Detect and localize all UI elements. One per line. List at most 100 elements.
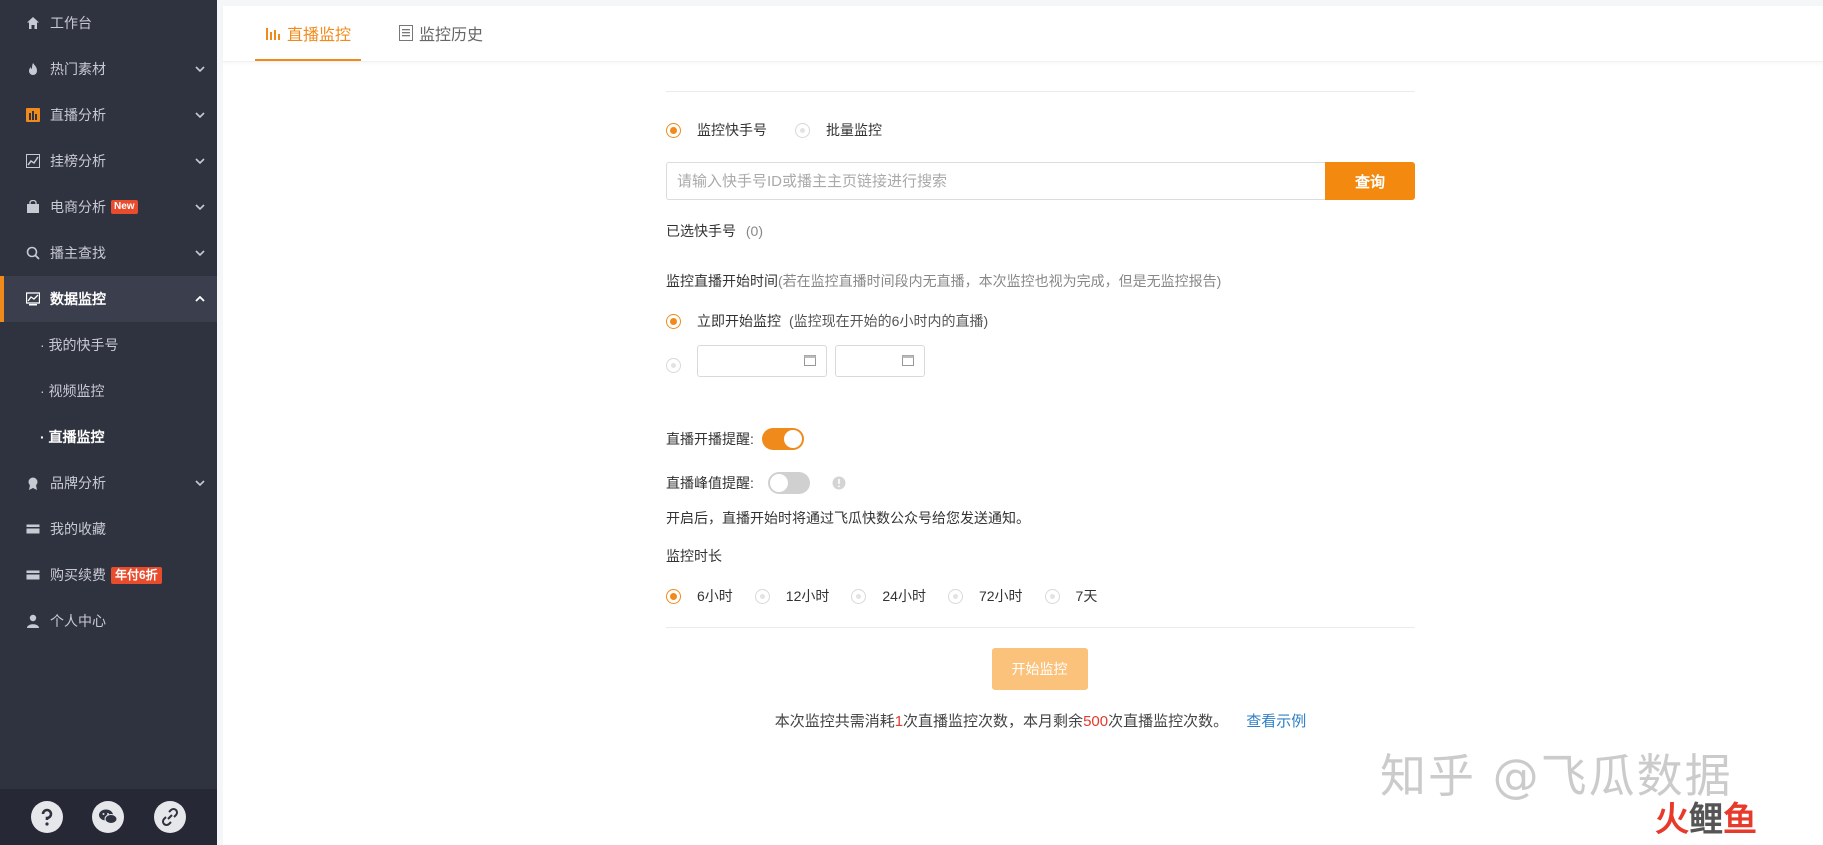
sidebar-item-label: 播主查找 [50,245,106,261]
live-start-alert-toggle[interactable] [761,428,804,450]
radio-label: 7天 [1075,588,1098,604]
start-monitor-button[interactable]: 开始监控 [991,648,1088,690]
peak-alert-row: 直播峰值提醒: [666,472,1415,494]
chevron-down-icon [193,154,207,168]
calendar-icon [902,353,914,369]
notice-text: 开启后，直播开始时将通过飞瓜快数公众号给您发送通知。 [666,510,1030,526]
monitor-icon [25,291,41,307]
sidebar-item-data-monitor[interactable]: 数据监控 [0,276,217,322]
sidebar-item-personal-center[interactable]: 个人中心 [0,598,217,644]
sidebar-item-label: 热门素材 [50,61,106,77]
sidebar-item-purchase-renew[interactable]: 购买续费 年付6折 [0,552,217,598]
brand-icon [25,475,41,491]
new-badge: New [111,200,138,214]
radio-custom-time[interactable] [666,358,681,373]
tab-label: 直播监控 [287,27,352,44]
start-time-heading: 监控直播开始时间(若在监控直播时间段内无直播，本次监控也视为完成，但是无监控报告… [666,271,1415,291]
search-input[interactable] [666,162,1325,200]
sidebar-item-label: 个人中心 [50,613,106,629]
radio-duration-6h[interactable] [666,588,681,604]
bar-chart-icon [265,25,281,41]
sidebar-item-ranking-analysis[interactable]: 挂榜分析 [0,138,217,184]
usage-text-2: 次直播监控次数，本月剩余 [903,713,1084,730]
search-button[interactable]: 查询 [1325,162,1415,200]
usage-text-3: 次直播监控次数。 [1108,713,1229,730]
time-picker[interactable] [835,345,925,377]
sidebar-item-label: 挂榜分析 [50,153,106,169]
shop-bag-icon [25,199,41,215]
fire-icon [25,61,41,77]
sidebar-subitem-live-monitor[interactable]: · 直播监控 [0,414,217,460]
date-picker[interactable] [697,345,827,377]
tab-monitor-history[interactable]: 监控历史 [389,5,493,61]
sidebar-item-label: 数据监控 [50,291,106,307]
bar-chart-icon [25,107,41,123]
view-example-link[interactable]: 查看示例 [1246,713,1306,730]
chevron-down-icon [193,62,207,76]
selected-accounts: 已选快手号 (0) [666,221,1415,241]
radio-batch-monitor[interactable] [795,122,810,138]
sidebar-item-label: 电商分析 [50,199,106,215]
radio-label: 12小时 [785,588,830,604]
wechat-icon[interactable] [92,801,125,833]
toggle-knob [769,474,788,492]
radio-duration-12h[interactable] [754,588,770,604]
start-time-title: 监控直播开始时间 [666,273,778,289]
sidebar-item-label: 我的收藏 [50,521,106,537]
search-icon [25,245,41,261]
link-icon[interactable] [154,801,187,833]
toggle-knob [783,430,802,448]
chevron-down-icon [193,108,207,122]
sidebar-item-label: 工作台 [50,15,92,31]
selected-label: 已选快手号 [666,223,736,239]
monitor-form: 监控快手号 批量监控 查询 已选快手号 (0) 监控直播开始时间(若在监控直播时… [666,68,1415,731]
chevron-up-icon [193,292,207,306]
logo-char-b: 鲤 [1689,800,1723,840]
sidebar-subitem-video-monitor[interactable]: · 视频监控 [0,368,217,414]
logo-char-c: 鱼 [1723,800,1757,840]
radio-label: 立即开始监控 [697,313,781,329]
tab-bar: 直播监控 监控历史 [223,6,1823,62]
radio-duration-7d[interactable] [1044,588,1060,604]
sidebar-item-my-favorites[interactable]: 我的收藏 [0,506,217,552]
search-bar: 查询 [666,162,1415,200]
sidebar-item-ecommerce-analysis[interactable]: 电商分析 New [0,184,217,230]
sidebar-item-hot-material[interactable]: 热门素材 [0,46,217,92]
radio-duration-24h[interactable] [851,588,867,604]
usage-count-1: 1 [894,713,904,730]
mode-radio-group: 监控快手号 批量监控 [666,120,1415,140]
watermark-logo: 火鲤鱼 [1655,792,1757,841]
help-icon[interactable] [30,801,63,833]
radio-label: 监控快手号 [697,122,767,138]
home-icon [25,15,41,31]
radio-label: 6小时 [697,588,733,604]
sidebar-item-streamer-search[interactable]: 播主查找 [0,230,217,276]
main-panel: 直播监控 监控历史 监控快手号 批量监控 查询 已选快手号 (0) 监控直播开始… [223,6,1823,845]
sidebar-item-label: 购买续费 [50,567,106,583]
sidebar-footer [0,789,217,845]
peak-alert-toggle[interactable] [767,472,810,494]
sidebar-item-brand-analysis[interactable]: 品牌分析 [0,460,217,506]
sidebar-item-live-analysis[interactable]: 直播分析 [0,92,217,138]
usage-count-2: 500 [1083,713,1109,730]
trend-icon [25,153,41,169]
radio-label: 24小时 [882,588,926,604]
card-icon [25,521,41,537]
radio-label: 72小时 [978,588,1023,604]
tab-live-monitor[interactable]: 直播监控 [255,5,362,61]
chevron-down-icon [193,200,207,214]
start-button-row: 开始监控 [666,648,1415,690]
live-start-alert-row: 直播开播提醒: [666,428,1415,450]
start-time-note: (若在监控直播时间段内无直播，本次监控也视为完成，但是无监控报告) [778,273,1222,289]
card-icon [25,567,41,583]
selected-count: (0) [745,223,764,239]
radio-duration-72h[interactable] [947,588,963,604]
sidebar-item-workbench[interactable]: 工作台 [0,0,217,46]
radio-start-now[interactable] [666,313,681,329]
info-icon[interactable] [832,476,846,490]
sidebar-subitem-my-kuaishou[interactable]: · 我的快手号 [0,322,217,368]
custom-time-option [666,345,1415,377]
radio-monitor-kuaishou[interactable] [666,122,681,138]
sidebar-item-label: 直播分析 [50,107,106,123]
chevron-down-icon [193,246,207,260]
